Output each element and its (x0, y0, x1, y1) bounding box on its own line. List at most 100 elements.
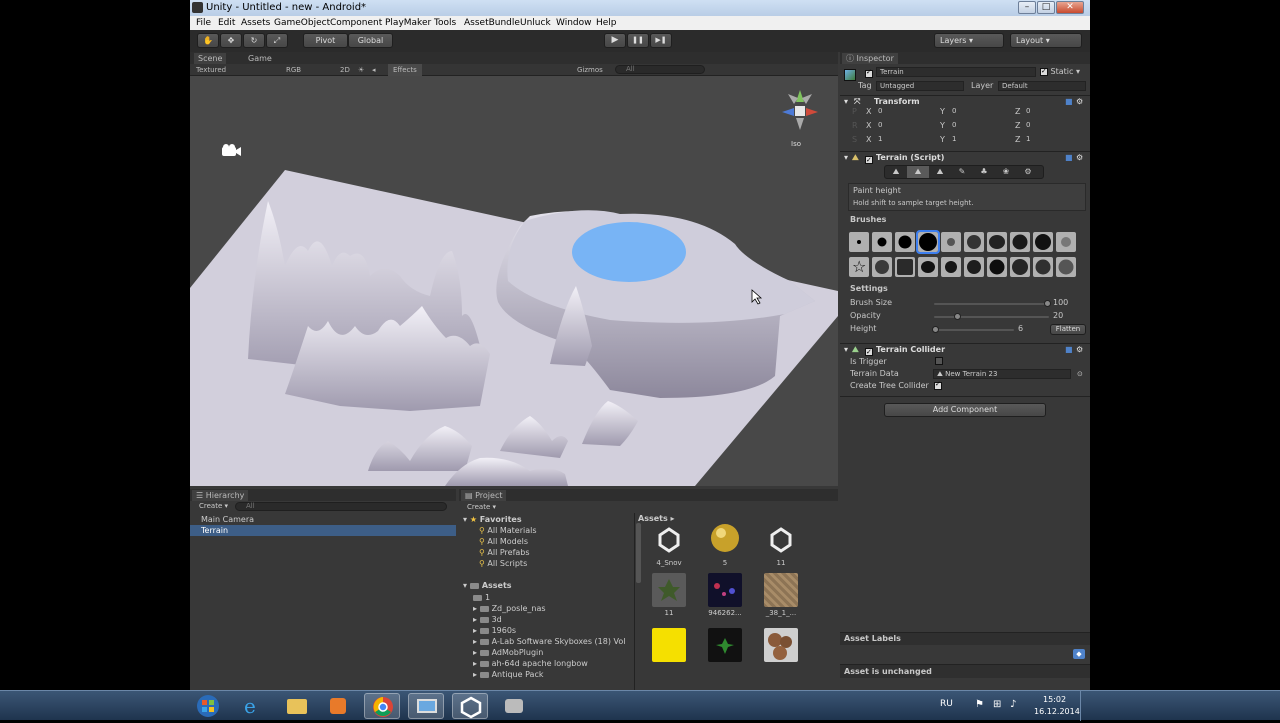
asset-thumb[interactable] (652, 628, 686, 662)
tray-volume-icon[interactable]: ♪ (1010, 699, 1016, 710)
step-button[interactable]: ▶❚ (650, 33, 672, 48)
scene-search-input[interactable]: All (615, 65, 705, 74)
asset-thumb[interactable] (764, 523, 798, 557)
render-mode-dropdown[interactable]: RGB (286, 64, 301, 76)
shading-mode-dropdown[interactable]: Textured (196, 64, 226, 76)
brush-option[interactable] (941, 232, 961, 252)
smooth-height-tool-icon[interactable]: ⛰ (929, 166, 951, 178)
tab-hierarchy[interactable]: ☰ Hierarchy (192, 490, 249, 501)
brush-option[interactable] (872, 257, 892, 277)
paint-height-tool-icon[interactable]: ⛰ (907, 166, 929, 178)
asset-thumb[interactable] (708, 573, 742, 607)
help-icon[interactable]: ■ (1065, 344, 1073, 356)
asset-grid-scrollbar[interactable] (636, 523, 641, 583)
enable-checkbox[interactable] (865, 154, 873, 166)
label-tag-icon[interactable]: ◆ (1073, 649, 1085, 659)
scale-y-field[interactable]: 1 (949, 135, 1011, 145)
menu-edit[interactable]: Edit (218, 16, 235, 30)
close-button[interactable]: ✕ (1056, 1, 1084, 14)
static-toggle[interactable]: Static ▾ (1040, 66, 1080, 77)
brush-option[interactable] (872, 232, 892, 252)
brush-size-slider-knob[interactable] (1043, 300, 1051, 307)
rotation-y-field[interactable]: 0 (949, 121, 1011, 131)
opacity-slider[interactable] (934, 316, 1049, 318)
tray-flag-icon[interactable]: ⚑ (975, 699, 984, 710)
effects-dropdown[interactable]: Effects (388, 64, 422, 76)
pause-button[interactable]: ❚❚ (627, 33, 649, 48)
asset-thumb[interactable] (652, 523, 686, 557)
menu-window[interactable]: Window (556, 16, 592, 30)
paint-details-tool-icon[interactable]: ❀ (995, 166, 1017, 178)
assets-node[interactable]: ▾ Assets (463, 580, 512, 591)
add-component-button[interactable]: Add Component (884, 403, 1046, 417)
lighting-toggle-icon[interactable]: ☀ (358, 64, 364, 76)
brush-option[interactable]: ☆ (849, 257, 869, 277)
2d-toggle[interactable]: 2D (340, 64, 350, 76)
asset-thumb[interactable] (708, 628, 742, 662)
internet-explorer-icon[interactable]: e (235, 693, 271, 719)
menu-component[interactable]: Component (330, 16, 382, 30)
object-name-field[interactable]: Terrain (876, 67, 1036, 77)
chrome-icon[interactable] (364, 693, 400, 719)
play-button[interactable]: ▶ (604, 33, 626, 48)
favorite-all-prefabs[interactable]: ⚲ All Prefabs (479, 547, 530, 558)
brush-option[interactable] (987, 257, 1007, 277)
opacity-slider-knob[interactable] (954, 313, 961, 320)
opacity-value[interactable]: 20 (1053, 311, 1063, 321)
menu-file[interactable]: File (196, 16, 211, 30)
is-trigger-checkbox[interactable] (935, 357, 943, 365)
brush-option[interactable] (1010, 257, 1030, 277)
brush-option[interactable] (1033, 232, 1053, 252)
hand-tool-button[interactable]: ✋ (197, 33, 219, 48)
folder-item[interactable]: ▸ AdMobPlugin (473, 647, 543, 658)
brush-option[interactable] (1056, 257, 1076, 277)
folder-item[interactable]: ▸ 1960s (473, 625, 516, 636)
brush-option-selected[interactable] (916, 230, 940, 254)
remote-desktop-icon[interactable] (496, 693, 532, 719)
layout-dropdown[interactable]: Layout ▾ (1010, 33, 1082, 48)
active-checkbox[interactable] (865, 68, 873, 79)
raise-terrain-tool-icon[interactable]: ⛰ (885, 166, 907, 178)
folder-item[interactable]: ▸ Antique Pack (473, 669, 543, 680)
brush-option[interactable] (918, 257, 938, 277)
show-desktop-button[interactable] (1080, 691, 1090, 721)
create-tree-collider-checkbox[interactable] (934, 380, 942, 391)
terrain-script-header[interactable]: ▾⛰ Terrain (Script) ■⚙ (840, 151, 1090, 166)
audio-toggle-icon[interactable]: ◂ (372, 64, 376, 76)
asset-thumb[interactable] (708, 523, 742, 557)
place-trees-tool-icon[interactable]: ♣ (973, 166, 995, 178)
position-y-field[interactable]: 0 (949, 107, 1011, 117)
menu-unluck[interactable]: Unluck (520, 16, 551, 30)
camera-gizmo-icon[interactable] (222, 144, 241, 156)
clock-date[interactable]: 16.12.2014 (1034, 707, 1080, 716)
start-button[interactable] (190, 693, 226, 719)
folder-item[interactable]: 1 (473, 592, 490, 603)
hierarchy-item-main-camera[interactable]: Main Camera (190, 514, 456, 525)
brush-option[interactable] (895, 257, 915, 277)
favorite-all-scripts[interactable]: ⚲ All Scripts (479, 558, 527, 569)
brush-option[interactable] (987, 232, 1007, 252)
folder-item[interactable]: ▸ 3d (473, 614, 502, 625)
height-slider[interactable] (934, 329, 1014, 331)
brush-option[interactable] (964, 257, 984, 277)
hierarchy-item-terrain[interactable]: Terrain (190, 525, 456, 536)
brush-option[interactable] (941, 257, 961, 277)
asset-thumb[interactable] (764, 573, 798, 607)
favorite-all-materials[interactable]: ⚲ All Materials (479, 525, 537, 536)
folder-item[interactable]: ▸ A-Lab Software Skyboxes (18) Vol (473, 636, 625, 647)
desktop-window-icon[interactable] (408, 693, 444, 719)
terrain-data-field[interactable]: ⛰ New Terrain 23 (933, 369, 1071, 379)
gear-icon[interactable]: ⚙ (1076, 152, 1083, 164)
folder-item[interactable]: ▸ ah-64d apache longbow (473, 658, 588, 669)
orientation-gizmo[interactable] (782, 90, 818, 130)
tab-game[interactable]: Game (244, 53, 276, 64)
clock-time[interactable]: 15:02 (1043, 695, 1066, 704)
maximize-button[interactable]: □ (1037, 1, 1055, 14)
tray-network-icon[interactable]: ⊞ (993, 699, 1001, 710)
rotation-x-field[interactable]: 0 (875, 121, 937, 131)
favorite-all-models[interactable]: ⚲ All Models (479, 536, 528, 547)
position-x-field[interactable]: 0 (875, 107, 937, 117)
layer-dropdown[interactable]: Default (998, 81, 1086, 91)
media-player-icon[interactable] (320, 693, 356, 719)
menu-playmaker[interactable]: PlayMaker (385, 16, 431, 30)
